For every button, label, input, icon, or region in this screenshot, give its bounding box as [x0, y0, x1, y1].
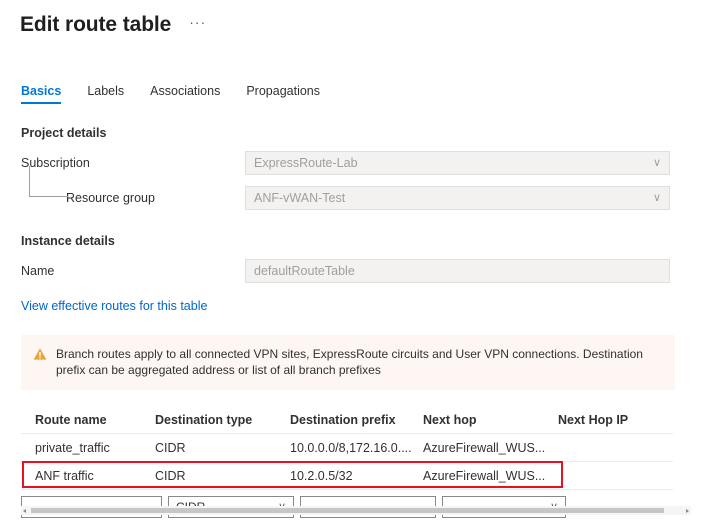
tab-labels[interactable]: Labels	[87, 84, 124, 104]
column-header-route-name: Route name	[35, 413, 107, 427]
cell-destination-type: CIDR	[155, 440, 186, 455]
subscription-dropdown[interactable]: ExpressRoute-Lab ∨	[245, 151, 670, 175]
page-title: Edit route table	[20, 13, 172, 36]
resource-group-label: Resource group	[66, 191, 155, 205]
routes-table: Route name Destination type Destination …	[21, 407, 673, 522]
column-header-next-hop: Next hop	[423, 413, 477, 427]
cell-route-name: private_traffic	[35, 440, 110, 455]
name-label: Name	[21, 264, 55, 278]
cell-route-name: ANF traffic	[35, 468, 94, 483]
subscription-value: ExpressRoute-Lab	[254, 156, 358, 170]
page-header: Edit route table ···	[0, 0, 707, 42]
routes-table-header: Route name Destination type Destination …	[21, 407, 673, 434]
cell-destination-type: CIDR	[155, 468, 186, 483]
tab-associations[interactable]: Associations	[150, 84, 220, 104]
name-value: defaultRouteTable	[254, 264, 355, 278]
table-row[interactable]: private_traffic CIDR 10.0.0.0/8,172.16.0…	[21, 434, 673, 462]
warning-triangle-icon	[33, 348, 47, 360]
project-details-heading: Project details	[21, 126, 107, 140]
warning-text: Branch routes apply to all connected VPN…	[56, 347, 643, 377]
tab-bar: Basics Labels Associations Propagations	[0, 78, 707, 104]
scroll-left-arrow-icon[interactable]	[21, 506, 30, 515]
warning-banner: Branch routes apply to all connected VPN…	[21, 335, 675, 390]
resource-group-field-row: Resource group ANF-vWAN-Test ∨	[0, 166, 707, 210]
horizontal-scrollbar[interactable]	[21, 506, 691, 515]
column-header-next-hop-ip: Next Hop IP	[558, 413, 629, 427]
name-input[interactable]: defaultRouteTable	[245, 259, 670, 283]
resource-group-dropdown[interactable]: ANF-vWAN-Test ∨	[245, 186, 670, 210]
tab-basics[interactable]: Basics	[21, 84, 62, 104]
cell-next-hop: AzureFirewall_WUS...	[423, 468, 546, 483]
cell-destination-prefix: 10.0.0.0/8,172.16.0....	[290, 440, 412, 455]
cell-next-hop: AzureFirewall_WUS...	[423, 440, 546, 455]
resource-group-value: ANF-vWAN-Test	[254, 191, 346, 205]
scrollbar-thumb[interactable]	[31, 508, 664, 513]
view-effective-routes-link[interactable]: View effective routes for this table	[21, 299, 207, 313]
chevron-down-icon: ∨	[652, 156, 661, 169]
column-header-destination-type: Destination type	[155, 413, 253, 427]
cell-destination-prefix: 10.2.0.5/32	[290, 468, 353, 483]
name-field-row: Name defaultRouteTable	[0, 259, 707, 283]
instance-details-heading: Instance details	[21, 234, 115, 248]
more-options-icon[interactable]: ···	[189, 15, 206, 35]
chevron-down-icon: ∨	[652, 191, 661, 204]
scroll-right-arrow-icon[interactable]	[682, 506, 691, 515]
column-header-destination-prefix: Destination prefix	[290, 413, 396, 427]
subscription-field-row: Subscription ExpressRoute-Lab ∨	[0, 151, 707, 175]
subscription-label: Subscription	[21, 156, 90, 170]
table-row[interactable]: ANF traffic CIDR 10.2.0.5/32 AzureFirewa…	[21, 462, 673, 490]
tab-propagations[interactable]: Propagations	[246, 84, 320, 104]
